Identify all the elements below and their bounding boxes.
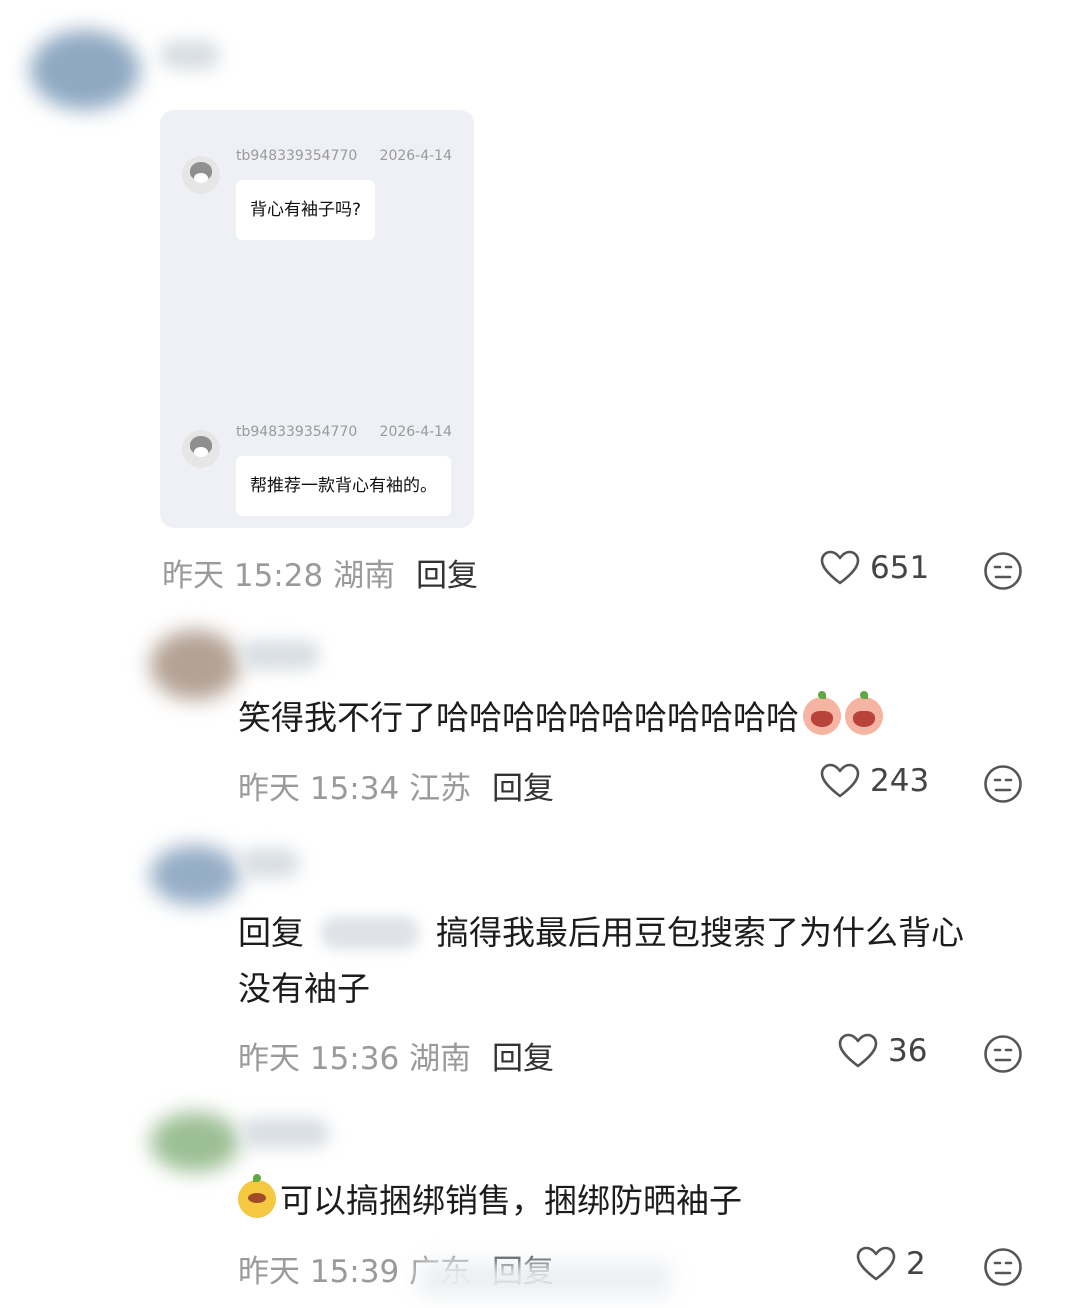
chat-date: 2026-4-14 [379, 424, 452, 440]
comment-time: 昨天 15:36 [238, 1041, 400, 1077]
comment-body: 笑得我不行了哈哈哈哈哈哈哈哈哈哈哈 [238, 698, 799, 737]
chat-message-meta: tb948339354770 2026-4-14 [236, 424, 452, 440]
comment-meta: 昨天 15:34 江苏 [238, 763, 471, 808]
reply-button[interactable]: 回复 [492, 1033, 554, 1078]
comment-location: 江苏 [409, 771, 472, 807]
comment-meta: 昨天 15:36 湖南 [238, 1033, 471, 1078]
chat-username: tb948339354770 [236, 148, 358, 164]
like-count: 243 [870, 763, 930, 799]
peach-face-emoji [238, 1174, 276, 1218]
bot-avatar-icon [182, 430, 220, 468]
neutral-face-icon[interactable] [983, 551, 1023, 591]
comment-meta: 昨天 15:28 湖南 [162, 550, 395, 595]
comment-time: 昨天 15:28 [162, 558, 324, 594]
crying-face-emoji [803, 691, 841, 735]
comment-body-line2: 没有袖子 [238, 969, 370, 1008]
reply-button[interactable]: 回复 [492, 763, 554, 808]
comment-time: 昨天 15:39 [238, 1254, 400, 1290]
avatar[interactable] [150, 845, 240, 905]
comment-text: 可以搞捆绑销售，捆绑防晒袖子 [238, 1173, 742, 1229]
neutral-face-icon[interactable] [983, 764, 1023, 804]
chat-username: tb948339354770 [236, 424, 358, 440]
mention-username-blurred[interactable] [320, 916, 420, 950]
heart-outline-icon [820, 763, 860, 799]
comment-text: 笑得我不行了哈哈哈哈哈哈哈哈哈哈哈 [238, 690, 883, 746]
like-count: 2 [906, 1246, 926, 1282]
heart-outline-icon [820, 550, 860, 586]
like-button[interactable]: 36 [838, 1033, 927, 1069]
neutral-face-icon[interactable] [983, 1034, 1023, 1074]
chat-date: 2026-4-14 [379, 148, 452, 164]
chat-bubble: 帮推荐一款背心有袖的。 [236, 456, 451, 516]
username-blurred[interactable] [240, 640, 320, 670]
chat-text: 背心有袖子吗? [250, 200, 362, 220]
chat-bubble: 背心有袖子吗? [236, 180, 376, 240]
like-button[interactable]: 243 [820, 763, 929, 799]
comment-text: 回复 搞得我最后用豆包搜索了为什么背心 [238, 905, 964, 961]
avatar[interactable] [30, 30, 140, 110]
chat-message-meta: tb948339354770 2026-4-14 [236, 148, 452, 164]
comment-time: 昨天 15:34 [238, 771, 400, 807]
comment-location: 湖南 [333, 558, 396, 594]
like-button[interactable]: 2 [856, 1246, 926, 1282]
chat-text: 帮推荐一款背心有袖的。 [250, 476, 437, 496]
comment-body: 可以搞捆绑销售，捆绑防晒袖子 [280, 1181, 742, 1220]
heart-outline-icon [856, 1246, 896, 1282]
comment-location: 湖南 [409, 1041, 472, 1077]
neutral-face-icon[interactable] [983, 1247, 1023, 1287]
username-blurred[interactable] [160, 40, 220, 70]
like-count: 36 [888, 1033, 928, 1069]
reply-button[interactable]: 回复 [416, 550, 478, 595]
blur-overlay [420, 1262, 670, 1296]
bot-avatar-icon [182, 156, 220, 194]
avatar[interactable] [150, 1112, 240, 1172]
reply-prefix: 回复 [238, 913, 304, 952]
like-count: 651 [870, 550, 930, 586]
comment-text: 没有袖子 [238, 961, 370, 1017]
comment-body-line1: 搞得我最后用豆包搜索了为什么背心 [436, 913, 964, 952]
crying-face-emoji [845, 691, 883, 735]
chat-screenshot-image: tb948339354770 2026-4-14 背心有袖子吗? tb94833… [160, 110, 474, 528]
avatar[interactable] [150, 630, 240, 700]
heart-outline-icon [838, 1033, 878, 1069]
username-blurred[interactable] [240, 848, 300, 878]
username-blurred[interactable] [240, 1118, 330, 1148]
like-button[interactable]: 651 [820, 550, 929, 586]
